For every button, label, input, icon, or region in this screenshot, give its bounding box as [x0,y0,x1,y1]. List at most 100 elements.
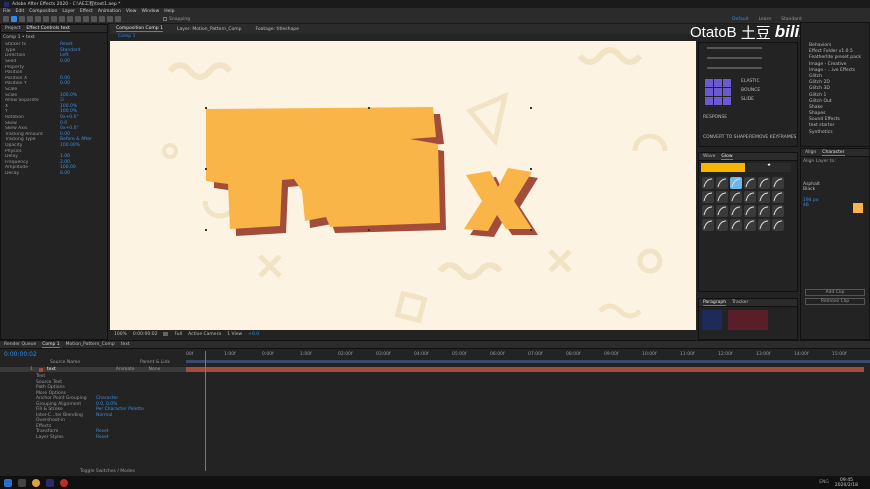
time-display[interactable]: 0:00:00:02 [133,332,158,337]
color-swatch[interactable] [728,310,768,330]
curve-preset-button[interactable] [716,205,728,217]
menu-help[interactable]: Help [164,9,174,14]
effect-property-row[interactable]: Tracking Type Before & After [1,137,107,143]
curve-preset-button[interactable] [744,219,756,231]
layer-property-value[interactable]: Reset [96,435,109,440]
curve-preset-button[interactable] [758,219,770,231]
type-tool-icon[interactable] [75,16,81,22]
option-elastic[interactable]: ELASTIC [741,77,760,86]
after-effects-icon[interactable] [46,478,54,487]
menu-layer[interactable]: Layer [62,9,75,14]
tab-layer[interactable]: Layer: Motion_Pattern_Comp [177,27,242,32]
exposure-value[interactable]: +0.0 [248,332,259,337]
menu-edit[interactable]: Edit [16,9,25,14]
zoom-dropdown[interactable]: 100% [114,332,127,337]
option-slide[interactable]: SLIDE [741,95,760,104]
tab-wave[interactable]: Wave [703,154,715,159]
curve-preset-button[interactable] [772,205,784,217]
tab-character[interactable]: Character [822,150,845,156]
camera-tool-icon[interactable] [43,16,49,22]
timeline-timecode[interactable]: 0:00:00:02 [4,351,37,358]
playhead[interactable] [205,351,206,471]
curve-preset-button[interactable] [744,191,756,203]
snapping-toggle[interactable]: Snapping [163,17,190,22]
eraser-tool-icon[interactable] [99,16,105,22]
layer-label-color[interactable] [38,367,43,372]
puppet-tool-icon[interactable] [115,16,121,22]
tab-text[interactable]: text [121,342,130,347]
menu-file[interactable]: File [3,9,11,14]
layer-property-value[interactable]: Reset [96,429,109,434]
record-icon[interactable] [60,478,68,487]
property-value[interactable]: 8.00 [60,171,70,176]
curve-preset-button[interactable] [758,205,770,217]
star-icon[interactable]: ★ [747,163,791,172]
tab-project[interactable]: Project [5,26,20,31]
property-value[interactable]: Left [60,53,68,58]
curve-preset-button[interactable] [772,219,784,231]
property-value[interactable]: 0x+0.0° [60,115,79,120]
curve-preset-button[interactable] [744,177,756,189]
slider-track[interactable] [707,47,762,49]
curve-preset-button[interactable] [772,191,784,203]
windows-start-icon[interactable] [4,478,12,487]
tab-motion-pattern[interactable]: Motion_Pattern_Comp [66,342,115,347]
property-value[interactable]: 100.00% [60,143,80,148]
tab-comp1[interactable]: Comp 1 [42,342,60,348]
layer-name[interactable]: text [47,367,56,372]
preset-category-button[interactable] [701,163,745,172]
tab-align[interactable]: Align [805,150,816,155]
preset-folder-item[interactable]: Synthetics [809,130,869,136]
zoom-tool-icon[interactable] [27,16,33,22]
selection-tool-icon[interactable] [11,16,17,22]
property-value[interactable]: ☑ [60,98,64,103]
fill-color-swatch[interactable] [853,203,863,213]
font-style-dropdown[interactable]: Black [803,187,867,192]
property-value[interactable]: 0x+0.0° [60,126,79,131]
tab-paragraph[interactable]: Paragraph [703,300,727,306]
property-value[interactable]: 0.00 [60,59,70,64]
color-swatch[interactable] [702,310,722,330]
hand-tool-icon[interactable] [19,16,25,22]
camera-dropdown[interactable]: Active Camera [188,332,221,337]
menu-composition[interactable]: Composition [29,9,57,14]
layer-property-value[interactable]: Character [96,396,118,401]
rotate-tool-icon[interactable] [35,16,41,22]
property-value[interactable]: 1.00 [60,154,70,159]
option-response[interactable]: RESPONSE [703,115,727,120]
property-value[interactable]: Reset [60,42,73,47]
curve-preset-button[interactable] [772,177,784,189]
curve-preset-button[interactable] [730,205,742,217]
roto-tool-icon[interactable] [107,16,113,22]
remove-keyframes-button[interactable]: REMOVE KEYFRAMES [749,135,796,140]
pen-tool-icon[interactable] [67,16,73,22]
layer-property-row[interactable]: Layer Styles Reset [36,435,186,441]
language-indicator[interactable]: ENG [819,480,829,485]
curve-preset-button[interactable] [716,177,728,189]
menu-window[interactable]: Window [142,9,160,14]
remove-clip-button[interactable]: Remove Clip [805,298,865,305]
search-icon[interactable] [18,478,26,487]
workspace-standard[interactable]: Standard [781,17,801,22]
anchor-grid[interactable] [705,79,731,105]
curve-preset-button[interactable] [744,205,756,217]
property-value[interactable]: 0.00 [60,81,70,86]
curve-preset-button[interactable] [730,177,742,189]
views-dropdown[interactable]: 1 View [227,332,242,337]
clock[interactable]: 09:45 2020/2/18 [835,478,858,488]
effect-property-row[interactable]: Decay 8.00 [1,171,107,177]
slider-track[interactable] [707,57,762,59]
work-area-bar[interactable] [186,360,870,363]
curve-preset-button[interactable] [730,219,742,231]
curve-preset-button[interactable] [702,177,714,189]
convert-to-shape-button[interactable]: CONVERT TO SHAPE [703,135,749,140]
tab-render-queue[interactable]: Render Queue [4,342,36,347]
toggle-switches-modes[interactable]: Toggle Switches / Modes [80,469,135,474]
tab-tracker[interactable]: Tracker [732,300,748,305]
shape-tool-icon[interactable] [59,16,65,22]
property-value[interactable]: 100.00 [60,165,76,170]
curve-preset-button[interactable] [758,177,770,189]
menu-effect[interactable]: Effect [80,9,93,14]
curve-preset-button[interactable] [716,191,728,203]
layer-duration-bar[interactable] [186,367,864,372]
